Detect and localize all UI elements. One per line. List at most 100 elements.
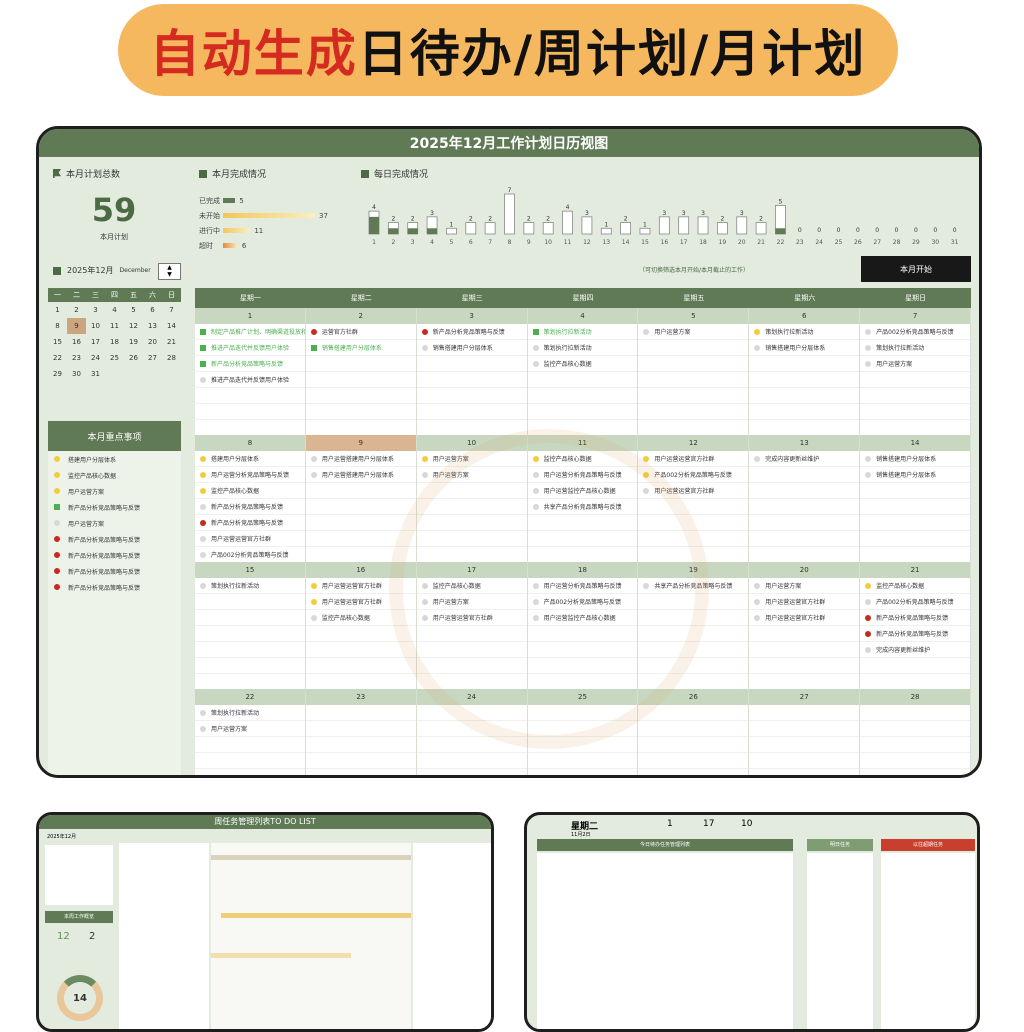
task-item[interactable]: 用户运营运营官方社群 xyxy=(305,578,416,594)
mini-day[interactable]: 20 xyxy=(143,334,162,350)
calendar-day[interactable]: 2 运营官方社群 销售搭建用户分层体系 xyxy=(305,308,417,435)
task-item[interactable]: 销售搭建用户分层体系 xyxy=(416,340,527,356)
calendar-day[interactable]: 25 xyxy=(527,689,639,775)
checkbox-done-icon[interactable] xyxy=(200,344,206,351)
task-item[interactable]: 策划执行拉新活动 xyxy=(749,324,860,340)
task-item[interactable]: 新产品分析竞品策略与反馈 xyxy=(195,515,305,531)
focus-item[interactable]: 新产品分析竞品策略与反馈 xyxy=(48,531,181,547)
task-item[interactable]: 销售搭建用户分层体系 xyxy=(860,467,970,483)
task-item[interactable]: 用户运营方案 xyxy=(860,356,970,372)
calendar-day[interactable]: 17 监控产品核心数据 用户运营方案 用户运营运营官方社群 xyxy=(416,562,528,689)
calendar-day[interactable]: 1 制定产品推广计划、明确渠道投放和 推进产品迭代并反馈用户体验 新产品分析竞品策略与… xyxy=(195,308,306,435)
focus-item[interactable]: 用户运营方案 xyxy=(48,515,181,531)
checkbox-done-icon[interactable] xyxy=(310,344,317,351)
mini-day[interactable]: 18 xyxy=(105,334,124,350)
task-item[interactable]: 策划执行拉新活动 xyxy=(195,578,305,594)
task-item[interactable]: 产品002分析竞品策略与反馈 xyxy=(638,467,749,483)
task-item[interactable]: 产品002分析竞品策略与反馈 xyxy=(195,547,305,562)
task-item[interactable]: 策划执行拉新活动 xyxy=(195,705,305,721)
task-item[interactable]: 用户运营搭建用户分层体系 xyxy=(305,451,416,467)
mini-day[interactable]: 9 xyxy=(67,318,86,334)
task-item[interactable]: 制定产品推广计划、明确渠道投放和 xyxy=(195,324,305,340)
mini-day[interactable]: 10 xyxy=(86,318,105,334)
task-item[interactable]: 用户运营分析竞品策略与反馈 xyxy=(195,467,305,483)
calendar-day[interactable]: 6 策划执行拉新活动 销售搭建用户分层体系 xyxy=(749,308,861,435)
mini-day[interactable]: 15 xyxy=(48,334,67,350)
task-item[interactable]: 销售搭建用户分层体系 xyxy=(305,340,416,356)
mini-day[interactable]: 4 xyxy=(105,302,124,318)
calendar-day[interactable]: 8 搭建用户分层体系 用户运营分析竞品策略与反馈 监控产品核心数据 新产品分析竞品策略与… xyxy=(195,435,306,562)
task-item[interactable]: 用户运营分析竞品策略与反馈 xyxy=(527,467,638,483)
month-start-button[interactable]: 本月开始 xyxy=(861,256,971,282)
task-item[interactable]: 产品002分析竞品策略与反馈 xyxy=(860,324,970,340)
focus-item[interactable]: 用户运营方案 xyxy=(48,483,181,499)
task-item[interactable]: 搭建用户分层体系 xyxy=(195,451,305,467)
task-item[interactable]: 用户运营运营官方社群 xyxy=(305,594,416,610)
task-item[interactable]: 新产品分析竞品策略与反馈 xyxy=(416,324,527,340)
task-item[interactable]: 新产品分析竞品策略与反馈 xyxy=(195,356,305,372)
mini-day[interactable]: 5 xyxy=(124,302,143,318)
task-item[interactable]: 监控产品核心数据 xyxy=(416,578,527,594)
mini-day[interactable]: 7 xyxy=(162,302,181,318)
task-item[interactable]: 用户运营方案 xyxy=(749,578,860,594)
focus-item[interactable]: 新产品分析竞品策略与反馈 xyxy=(48,499,181,515)
calendar-day[interactable]: 15 策划执行拉新活动 xyxy=(195,562,306,689)
mini-day[interactable]: 12 xyxy=(124,318,143,334)
mini-day[interactable]: 29 xyxy=(48,366,67,382)
month-stepper[interactable]: ▲ ▼ xyxy=(158,263,181,280)
checkbox-done-icon[interactable] xyxy=(54,504,60,510)
task-item[interactable]: 共享产品分析竞品策略与反馈 xyxy=(527,499,638,515)
task-item[interactable]: 用户运营方案 xyxy=(416,594,527,610)
calendar-day[interactable]: 9 用户运营搭建用户分层体系 用户运营搭建用户分层体系 xyxy=(305,435,417,562)
task-item[interactable]: 完成内容更新丝维护 xyxy=(860,642,970,658)
mini-day[interactable]: 16 xyxy=(67,334,86,350)
mini-day[interactable]: 14 xyxy=(162,318,181,334)
task-item[interactable]: 产品002分析竞品策略与反馈 xyxy=(527,594,638,610)
calendar-day[interactable]: 4 策划执行拉新活动 策划执行拉新活动 监控产品核心数据 xyxy=(527,308,639,435)
calendar-day[interactable]: 26 xyxy=(638,689,750,775)
task-item[interactable]: 用户运营运营官方社群 xyxy=(749,610,860,626)
task-item[interactable]: 监控产品核心数据 xyxy=(527,356,638,372)
calendar-day[interactable]: 22 策划执行拉新活动 用户运营方案 xyxy=(195,689,306,775)
calendar-day[interactable]: 27 xyxy=(749,689,861,775)
calendar-day[interactable]: 28 xyxy=(860,689,971,775)
task-item[interactable]: 新产品分析竞品策略与反馈 xyxy=(860,626,970,642)
calendar-day[interactable]: 24 xyxy=(416,689,528,775)
task-item[interactable]: 销售搭建用户分层体系 xyxy=(860,451,970,467)
task-item[interactable]: 监控产品核心数据 xyxy=(860,578,970,594)
task-item[interactable]: 用户运营运营官方社群 xyxy=(416,610,527,626)
task-item[interactable]: 用户运营监控产品核心数据 xyxy=(527,610,638,626)
task-item[interactable]: 用户运营搭建用户分层体系 xyxy=(305,467,416,483)
calendar-day[interactable]: 23 xyxy=(305,689,417,775)
focus-item[interactable]: 监控产品核心数据 xyxy=(48,467,181,483)
mini-day[interactable]: 11 xyxy=(105,318,124,334)
task-item[interactable]: 用户运营方案 xyxy=(195,721,305,737)
calendar-day[interactable]: 11 监控产品核心数据 用户运营分析竞品策略与反馈 用户运营监控产品核心数据 共享产品分… xyxy=(527,435,639,562)
task-item[interactable]: 用户运营运营官方社群 xyxy=(195,531,305,547)
focus-item[interactable]: 新产品分析竞品策略与反馈 xyxy=(48,579,181,595)
mini-day[interactable]: 26 xyxy=(124,350,143,366)
mini-day[interactable]: 25 xyxy=(105,350,124,366)
focus-item[interactable]: 新产品分析竞品策略与反馈 xyxy=(48,547,181,563)
mini-day[interactable]: 8 xyxy=(48,318,67,334)
task-item[interactable]: 监控产品核心数据 xyxy=(527,451,638,467)
mini-day[interactable]: 28 xyxy=(162,350,181,366)
task-item[interactable]: 用户运营运营官方社群 xyxy=(638,483,749,499)
mini-day[interactable]: 30 xyxy=(67,366,86,382)
mini-day[interactable]: 13 xyxy=(143,318,162,334)
checkbox-done-icon[interactable] xyxy=(200,328,206,335)
month-selector[interactable]: 2025年12月 December xyxy=(53,265,151,276)
calendar-day[interactable]: 14 销售搭建用户分层体系 销售搭建用户分层体系 xyxy=(860,435,971,562)
mini-day[interactable]: 31 xyxy=(86,366,105,382)
calendar-day[interactable]: 18 用户运营分析竞品策略与反馈 产品002分析竞品策略与反馈 用户运营监控产品核心数… xyxy=(527,562,639,689)
mini-day[interactable]: 17 xyxy=(86,334,105,350)
task-item[interactable]: 用户运营运营官方社群 xyxy=(749,594,860,610)
mini-day[interactable]: 2 xyxy=(67,302,86,318)
focus-item[interactable]: 搭建用户分层体系 xyxy=(48,451,181,467)
task-item[interactable]: 用户运营监控产品核心数据 xyxy=(527,483,638,499)
mini-day[interactable]: 24 xyxy=(86,350,105,366)
mini-day[interactable]: 3 xyxy=(86,302,105,318)
task-item[interactable]: 新产品分析竞品策略与反馈 xyxy=(860,610,970,626)
task-item[interactable]: 销售搭建用户分层体系 xyxy=(749,340,860,356)
mini-day[interactable]: 23 xyxy=(67,350,86,366)
